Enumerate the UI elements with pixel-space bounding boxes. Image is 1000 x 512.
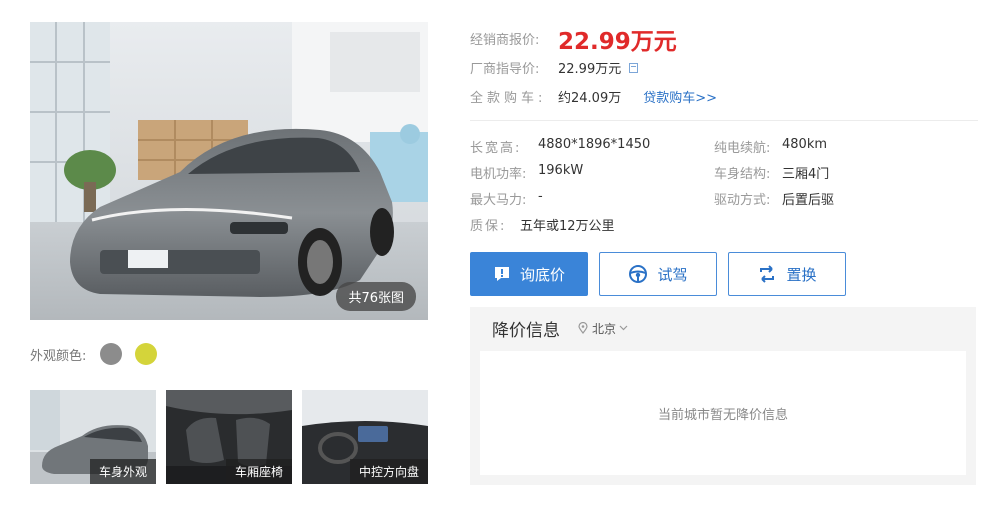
color-swatch-gray[interactable] <box>100 343 123 365</box>
spec-label-horsepower: 最大马力: <box>470 192 527 208</box>
spec-row: 质保: 五年或12万公里 <box>470 211 980 237</box>
guide-price-value: 22.99万元 <box>558 62 622 77</box>
steering-wheel-icon <box>628 264 648 284</box>
spec-label-motor: 电机功率: <box>470 166 527 182</box>
colors-label: 外观颜色: <box>30 348 87 364</box>
spec-label-range: 纯电续航: <box>714 140 771 156</box>
spec-value-warranty: 五年或12万公里 <box>520 218 615 234</box>
thumbnail-seats-label: 车厢座椅 <box>225 459 292 484</box>
thumbnail-dashboard[interactable]: 中控方向盘 <box>302 390 428 484</box>
full-payment-value: 约24.09万 <box>558 91 622 106</box>
action-buttons: 询底价 试驾 置换 <box>470 252 857 296</box>
thumbnail-strip: 车身外观 车厢座椅 中控方向盘 <box>30 390 428 484</box>
main-car-photo[interactable]: 共76张图 <box>30 22 428 320</box>
spec-value-drive: 后置后驱 <box>782 192 835 208</box>
chat-bubble-icon <box>493 265 511 283</box>
thumbnail-seats[interactable]: 车厢座椅 <box>166 390 292 484</box>
dealer-price-value: 22.99万元 <box>558 28 677 55</box>
trade-in-button[interactable]: 置换 <box>728 252 846 296</box>
swap-arrows-icon <box>757 264 777 284</box>
spec-label-body: 车身结构: <box>714 166 771 182</box>
spec-row: 长宽高: 4880*1896*1450 纯电续航: 480km <box>470 133 980 159</box>
city-selector[interactable]: 北京 <box>578 320 628 337</box>
spec-table: 长宽高: 4880*1896*1450 纯电续航: 480km 电机功率: 196kW… <box>470 133 980 237</box>
spec-label-drive: 驱动方式: <box>714 192 771 208</box>
spec-row: 电机功率: 196kW 车身结构: 三厢4门 <box>470 159 980 185</box>
price-block: 经销商报价: 22.99万元 厂商指导价: 22.99万元 全款购车: 约24.… <box>470 24 980 111</box>
spec-value-body: 三厢4门 <box>782 166 830 182</box>
calculator-icon[interactable] <box>629 62 639 73</box>
full-payment-row: 全款购车: 约24.09万 贷款购车>> <box>470 82 980 111</box>
dealer-price-label: 经销商报价: <box>470 33 540 48</box>
photo-count-badge[interactable]: 共76张图 <box>336 282 416 311</box>
spec-row: 最大马力: - 驱动方式: 后置后驱 <box>470 185 980 211</box>
dealer-price-row: 经销商报价: 22.99万元 <box>470 24 980 55</box>
section-divider <box>470 120 978 121</box>
guide-price-label: 厂商指导价: <box>470 62 540 77</box>
city-name: 北京 <box>592 321 617 336</box>
trade-in-button-label: 置换 <box>786 265 817 284</box>
location-pin-icon <box>578 322 588 334</box>
chevron-down-icon <box>619 325 628 331</box>
price-drop-header: 降价信息 北京 <box>470 307 976 349</box>
exterior-color-selector: 外观颜色: <box>30 341 170 367</box>
price-drop-panel: 降价信息 北京 当前城市暂无降价信息 <box>470 307 976 485</box>
thumbnail-exterior-label: 车身外观 <box>89 459 156 484</box>
spec-value-range: 480km <box>782 136 828 152</box>
spec-value-horsepower: - <box>538 188 543 204</box>
inquiry-button-label: 询底价 <box>519 265 565 284</box>
loan-purchase-link[interactable]: 贷款购车>> <box>643 87 717 106</box>
inquiry-button[interactable]: 询底价 <box>470 252 588 296</box>
thumbnail-exterior[interactable]: 车身外观 <box>30 390 156 484</box>
test-drive-button-label: 试驾 <box>657 265 688 284</box>
spec-value-motor: 196kW <box>538 162 584 178</box>
spec-label-dimensions: 长宽高: <box>470 140 522 156</box>
price-drop-body: 当前城市暂无降价信息 <box>480 351 966 475</box>
thumbnail-dashboard-label: 中控方向盘 <box>349 459 428 484</box>
no-discount-message: 当前城市暂无降价信息 <box>657 407 788 423</box>
test-drive-button[interactable]: 试驾 <box>599 252 717 296</box>
full-payment-label: 全款购车: <box>470 91 547 106</box>
price-drop-title: 降价信息 <box>492 320 560 341</box>
spec-label-warranty: 质保: <box>470 218 507 234</box>
spec-value-dimensions: 4880*1896*1450 <box>538 136 651 152</box>
color-swatch-yellow[interactable] <box>135 343 158 365</box>
guide-price-row: 厂商指导价: 22.99万元 <box>470 53 980 82</box>
car-photo-image <box>30 22 428 320</box>
